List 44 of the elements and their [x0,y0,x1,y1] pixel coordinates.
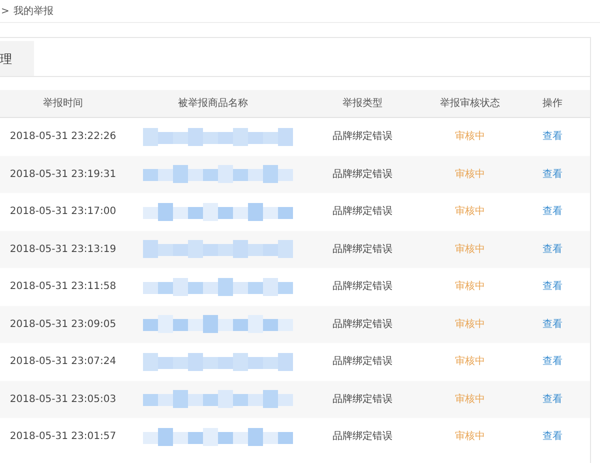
report-type: 品牌绑定错误 [332,168,394,182]
tab[interactable]: 理 [0,41,34,76]
report-type: 品牌绑定错误 [332,392,394,407]
report-time: 2018-05-31 23:19:31 [8,168,118,182]
column-header: 被举报商品名称 [177,96,249,111]
report-type: 品牌绑定错误 [332,242,394,257]
view-link[interactable]: 查看 [542,166,562,182]
review-status: 审核中 [454,280,486,294]
view-link[interactable]: 查看 [542,279,562,294]
report-time: 2018-05-31 23:07:24 [8,355,118,370]
view-link[interactable]: 查看 [542,242,562,257]
view-link[interactable]: 查看 [542,316,562,332]
column-header: 举报时间 [42,96,84,111]
review-status: 审核中 [454,392,486,407]
report-time: 2018-05-31 23:13:19 [8,242,118,257]
view-link[interactable]: 查看 [542,354,562,370]
view-link[interactable]: 查看 [542,429,562,444]
report-type: 品牌绑定错误 [332,430,394,444]
column-header: 举报类型 [342,96,384,111]
report-time: 2018-05-31 23:05:03 [8,392,118,407]
column-header: 操作 [542,97,564,111]
report-type: 品牌绑定错误 [332,354,394,370]
review-status: 审核中 [454,204,486,220]
report-time: 2018-05-31 23:11:58 [8,280,118,294]
view-link[interactable]: 查看 [542,204,562,220]
breadcrumb-separator: > [1,5,10,19]
report-type: 品牌绑定错误 [332,280,394,294]
report-time: 2018-05-31 23:17:00 [8,205,118,220]
report-time: 2018-05-31 23:22:26 [8,130,118,144]
review-status: 审核中 [454,168,486,182]
report-time: 2018-05-31 23:09:05 [8,318,118,332]
view-link[interactable]: 查看 [542,129,562,144]
column-header: 举报审核状态 [439,96,501,111]
review-status: 审核中 [454,130,486,144]
report-type: 品牌绑定错误 [332,318,394,332]
review-status: 审核中 [454,430,486,444]
review-status: 审核中 [454,354,486,370]
review-status: 审核中 [454,318,486,332]
report-type: 品牌绑定错误 [332,130,394,144]
breadcrumb-current: 我的举报 [13,4,54,19]
report-time: 2018-05-31 23:01:57 [8,430,118,444]
review-status: 审核中 [454,242,486,257]
view-link[interactable]: 查看 [542,392,562,407]
report-type: 品牌绑定错误 [332,204,394,220]
